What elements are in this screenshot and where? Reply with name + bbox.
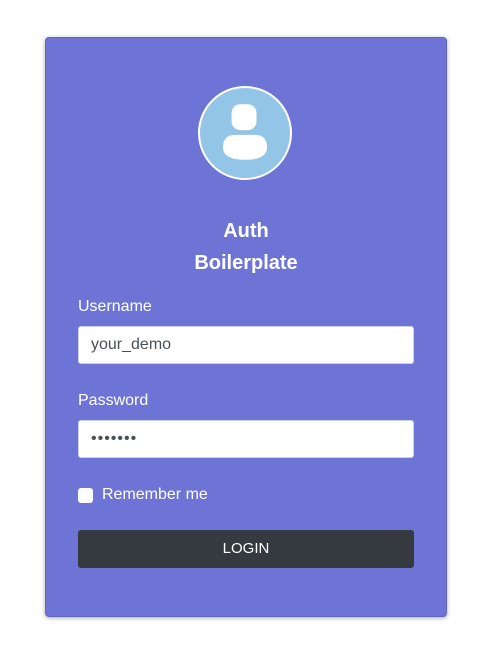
- password-label: Password: [78, 392, 149, 409]
- user-icon: [222, 104, 268, 160]
- username-input[interactable]: [78, 326, 414, 364]
- remember-me-checkbox[interactable]: [78, 487, 93, 503]
- app-title-line-1: Auth: [223, 220, 269, 242]
- app-title-line-2: Boilerplate: [194, 252, 298, 274]
- username-label: Username: [78, 298, 152, 315]
- avatar: [198, 86, 292, 180]
- remember-me[interactable]: Remember me: [78, 485, 208, 505]
- app-title: Auth Boilerplate: [46, 215, 446, 279]
- login-button[interactable]: LOGIN: [78, 530, 414, 568]
- login-card: Auth Boilerplate Username Password Remem…: [45, 37, 447, 617]
- password-input[interactable]: [78, 420, 414, 458]
- remember-me-label[interactable]: Remember me: [102, 485, 208, 505]
